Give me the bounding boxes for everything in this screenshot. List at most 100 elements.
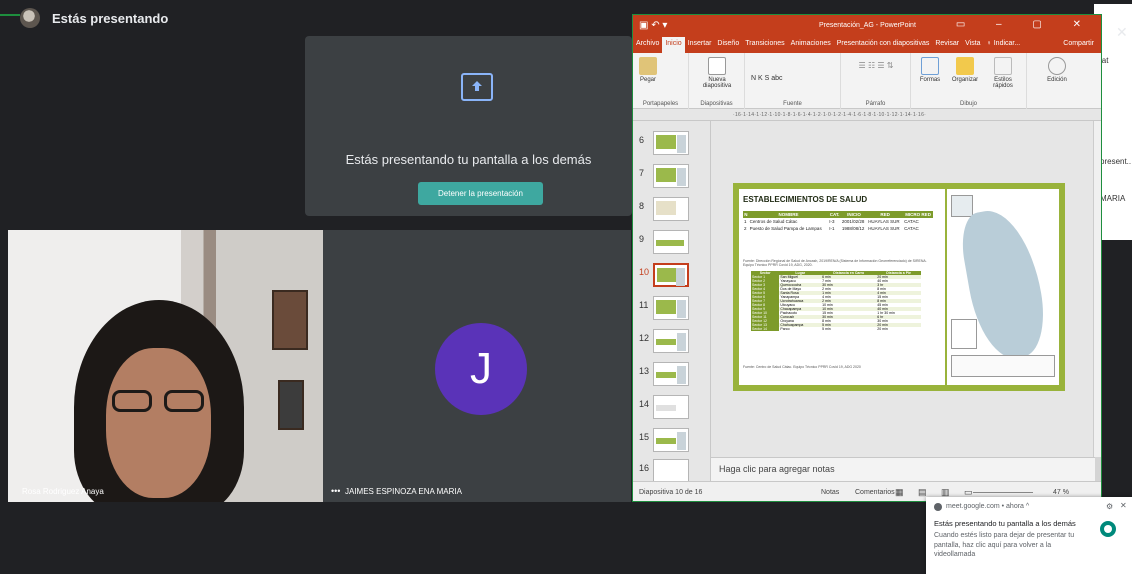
group-parrafo: ☰ ☷ ☰ ⇅ Párrafo [841,53,911,109]
tab-insertar[interactable]: Insertar [685,37,715,53]
zoom-level[interactable]: 47 % [1053,489,1069,496]
notification-toast[interactable]: meet.google.com • ahora ^ ⚙ ✕ Estás pres… [926,497,1132,574]
tab-diseno[interactable]: Diseño [714,37,742,53]
group-portapapeles: Pegar Portapapeles [633,53,689,109]
paste-button[interactable]: Pegar [637,57,659,83]
slide-title: ESTABLECIMIENTOS DE SALUD [743,195,868,204]
close-icon[interactable]: ✕ [1120,501,1127,510]
tab-vista[interactable]: Vista [962,37,983,53]
slide-thumbnail[interactable]: 13 [637,362,707,392]
slide-thumbnail-active[interactable]: 10 [637,263,707,293]
slide-thumbnail[interactable]: 7 [637,164,707,194]
slide-thumbnail[interactable]: 6 [637,131,707,161]
health-facilities-table: N NOMBRE CAT. INICIO RED MICRO RED 1 Centros d… [743,211,933,232]
presenting-message: Estás presentando tu pantalla a los demá… [345,152,592,167]
ribbon: Pegar Portapapeles Nueva diapositiva Dia… [633,53,1101,109]
horizontal-ruler: ·16·1·14·1·12·1·10·1·8·1·6·1·4·1·2·1·0·1… [633,109,1101,121]
table-row: Sector 14 Parco 5 min 20 min [751,327,888,331]
slide-source: Fuente: Centro de Salud Cátac. Equipo Té… [743,365,861,369]
slide-thumbnail[interactable]: 9 [637,230,707,260]
group-dibujo: Formas Organizar Estilos rápidos Dibujo [911,53,1027,109]
map-footer-box [951,355,1055,377]
vertical-scrollbar[interactable] [1093,121,1101,457]
new-slide-button[interactable]: Nueva diapositiva [695,57,739,89]
slide-content: ESTABLECIMIENTOS DE SALUD N NOMBRE CAT. INI… [739,189,945,385]
tab-transiciones[interactable]: Transiciones [742,37,787,53]
notification-body: Cuando estés listo para dejar de present… [934,532,1075,558]
notes-button[interactable]: Notas [821,489,839,496]
arrange-icon [956,57,974,75]
tab-inicio[interactable]: Inicio [662,37,685,53]
tab-revisar[interactable]: Revisar [932,37,962,53]
paste-icon [639,57,657,75]
map-inset [951,195,973,217]
participant-name-label: JAIMES ESPINOZA ENA MARIA [345,487,462,496]
map-legend [951,319,977,349]
tell-me-box[interactable]: ♀ Indicar... [984,37,1024,53]
paragraph-icons[interactable]: ☰ ☷ ☰ ⇅ [847,61,905,70]
participant-avatar: J [435,323,527,415]
ribbon-tabs: Archivo Inicio Insertar Diseño Transiciones A… [633,37,1101,53]
wall-frame [272,290,308,350]
gear-icon[interactable]: ⚙ [1106,502,1113,511]
participant-name-label: Rosa Rodriguez Anaya [22,487,104,496]
presenting-indicator-line [0,14,20,16]
participant-tile-rosa[interactable]: Rosa Rodriguez Anaya [8,230,323,502]
slide-thumbnail[interactable]: 14 [637,395,707,425]
zoom-slider[interactable] [973,492,1033,493]
slide-thumbnail[interactable]: 12 [637,329,707,359]
chrome-icon [934,503,942,511]
comments-button[interactable]: Comentarios [855,489,895,496]
tab-animaciones[interactable]: Animaciones [788,37,834,53]
search-icon [1048,57,1066,75]
participant-tile-jaimes[interactable]: J ••• JAIMES ESPINOZA ENA MARIA [323,230,631,502]
notification-source: meet.google.com • ahora ^ [946,503,1030,510]
slide-thumbnail[interactable]: 15 [637,428,707,458]
quick-styles-icon [994,57,1012,75]
new-slide-icon [708,57,726,75]
notes-pane[interactable]: Haga clic para agregar notas [711,457,1095,481]
group-diapositivas: Nueva diapositiva Diapositivas [689,53,745,109]
slide-counter: Diapositiva 10 de 16 [639,489,703,496]
more-options-icon[interactable]: ••• [331,486,340,496]
table-row: 1 Centros de Salud Cátac I-3 2001/02/28 HUAY… [744,219,919,224]
powerpoint-window[interactable]: ▣ ↶ ▾ Presentación_AG - PowerPoint ▭ – ▢… [632,14,1102,502]
quick-styles-button[interactable]: Estilos rápidos [985,57,1021,89]
present-screen-icon [461,73,493,101]
group-edicion: Edición [1027,53,1101,109]
group-fuente: N K S abc Fuente [745,53,841,109]
tab-archivo[interactable]: Archivo [633,37,662,53]
tab-presentacion[interactable]: Presentación con diapositivas [834,37,933,53]
slide-thumbnail[interactable]: 11 [637,296,707,326]
sectors-table: Sector Lugar Distancia en Carro Distancia a… [751,271,921,331]
window-title: Presentación_AG - PowerPoint [819,22,916,29]
wall-frame [278,380,304,430]
meet-icon [1100,521,1116,537]
notification-title: Estás presentando tu pantalla a los demá… [934,519,1076,528]
side-panel-text: present.. [1100,157,1132,166]
side-panel-text: MARIA [1100,194,1126,203]
ppt-title-bar: ▣ ↶ ▾ Presentación_AG - PowerPoint ▭ – ▢… [633,15,1101,37]
close-icon[interactable]: ✕ [1116,24,1128,41]
stop-presenting-button[interactable]: Detener la presentación [418,182,543,205]
share-button[interactable]: Compartir [1060,37,1097,53]
table-row: 2 Puesto de Salud Pampa de Lampas I-1 1988/… [744,226,919,231]
slide-thumbnails-pane[interactable]: 6 7 8 9 10 11 12 13 14 15 16 [633,121,711,483]
shapes-button[interactable]: Formas [915,57,945,83]
slide-thumbnail[interactable]: 8 [637,197,707,227]
slide-editing-area[interactable]: ESTABLECIMIENTOS DE SALUD N NOMBRE CAT. INI… [711,121,1095,457]
save-icon[interactable]: ▣ ↶ ▾ [639,20,667,31]
presenting-tile: Estás presentando tu pantalla a los demá… [305,36,632,216]
font-format-buttons[interactable]: N K S abc [751,75,835,82]
presenter-avatar [20,8,40,28]
editing-button[interactable]: Edición [1037,57,1077,83]
slide[interactable]: ESTABLECIMIENTOS DE SALUD N NOMBRE CAT. INI… [733,183,1065,391]
table-note: Fuente: Dirección Regional de Salud de A… [743,259,927,267]
slide-map-image [947,189,1059,385]
window-controls[interactable]: ▭ – ▢ ✕ [956,19,1095,30]
arrange-button[interactable]: Organizar [947,57,983,83]
presenting-title: Estás presentando [52,11,169,26]
participant-glasses [112,390,210,414]
participant-face [106,348,211,498]
shapes-icon [921,57,939,75]
